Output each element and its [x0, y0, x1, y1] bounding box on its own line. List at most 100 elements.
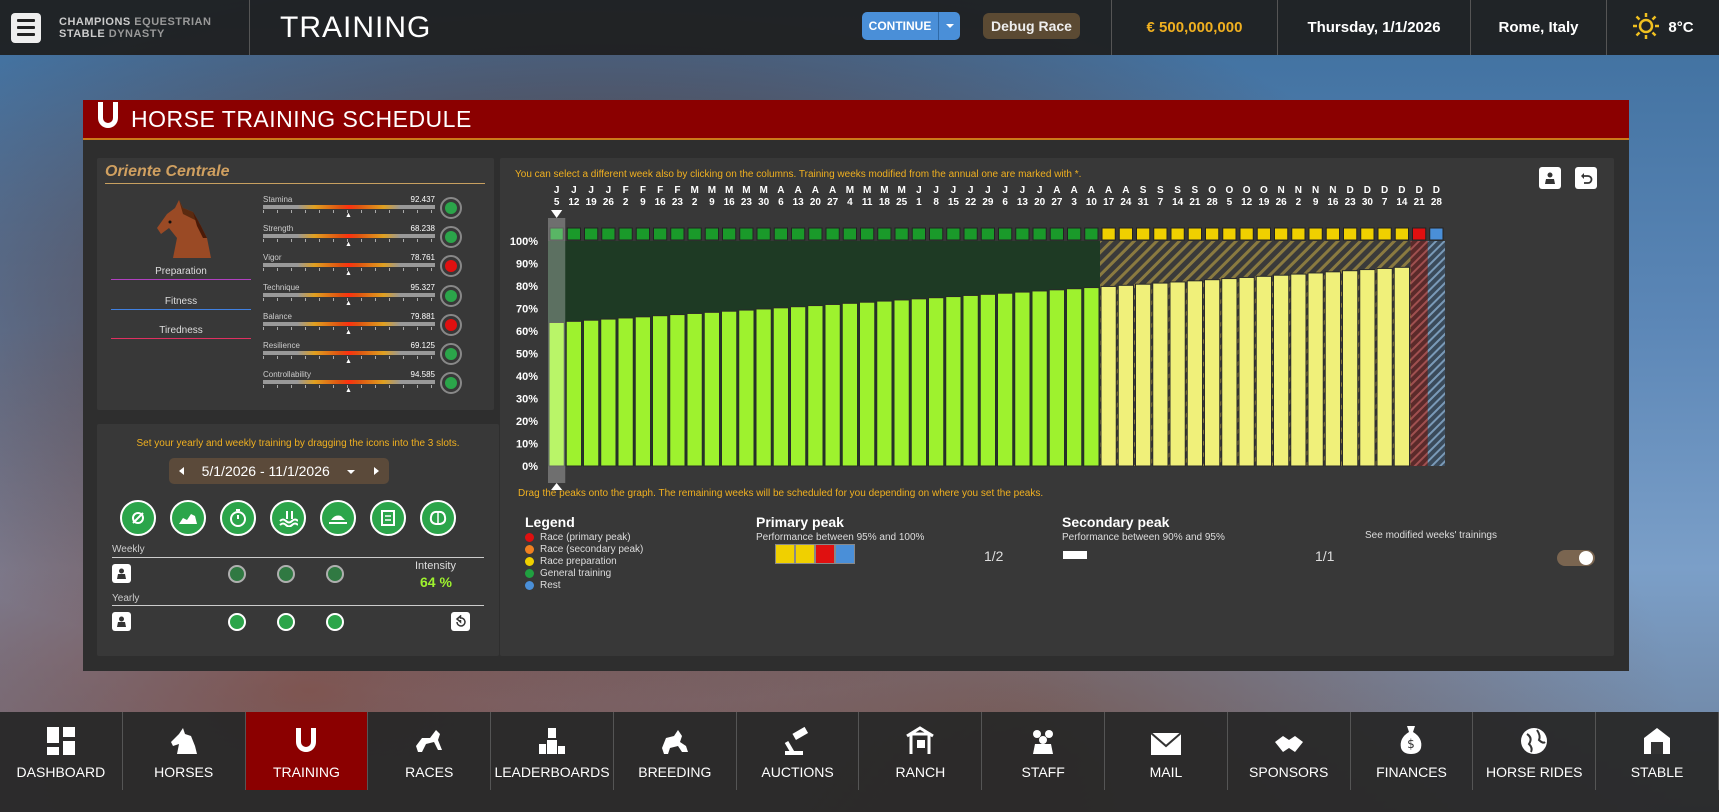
jump-training-icon[interactable]	[170, 500, 206, 536]
chevron-down-icon[interactable]	[346, 463, 356, 479]
week-type-cell	[1015, 227, 1030, 241]
primary-peak-draggable[interactable]	[775, 544, 855, 564]
trainer-icon[interactable]	[112, 564, 131, 583]
nav-label: MAIL	[1149, 764, 1183, 780]
nav-races[interactable]: RACES	[368, 712, 492, 790]
week-type-cell	[1343, 227, 1358, 241]
date-display: Thursday, 1/1/2026	[1277, 0, 1470, 55]
week-day-label: 23	[741, 197, 753, 208]
week-type-cell	[1291, 227, 1306, 241]
continue-label: CONTINUE	[868, 19, 932, 33]
yearly-label: Yearly	[112, 593, 140, 604]
week-bar	[807, 305, 824, 467]
yearly-slot-1[interactable]	[228, 613, 246, 631]
week-day-label: 19	[1258, 197, 1270, 208]
nav-horses[interactable]: HORSES	[123, 712, 246, 790]
training-schedule-panel: HORSE TRAINING SCHEDULE Oriente Centrale…	[83, 100, 1629, 671]
secondary-peak: Secondary peak Performance between 90% a…	[1062, 514, 1225, 543]
week-type-cell	[808, 227, 823, 241]
swimming-icon[interactable]	[270, 500, 306, 536]
week-type-cell	[1205, 227, 1220, 241]
y-tick-label: 60%	[516, 326, 538, 338]
lunge-training-icon[interactable]	[120, 500, 156, 536]
week-bar	[1290, 273, 1307, 467]
week-month-label: J	[571, 185, 577, 196]
treadmill-icon[interactable]	[320, 500, 356, 536]
week-day-label: 12	[568, 197, 580, 208]
week-type-cell	[877, 227, 892, 241]
week-month-label: S	[1157, 185, 1164, 196]
nav-mail[interactable]: MAIL	[1105, 712, 1228, 790]
trainer-icon[interactable]	[112, 612, 131, 631]
debug-race-button[interactable]: Debug Race	[983, 13, 1080, 39]
menu-button[interactable]	[11, 12, 41, 43]
week-bar	[945, 296, 962, 467]
stat-bar	[263, 205, 435, 209]
stat-status-indicator[interactable]	[440, 284, 462, 307]
week-day-label: 2	[692, 197, 698, 208]
reset-icon[interactable]	[451, 612, 470, 631]
week-day-label: 10	[1086, 197, 1098, 208]
money-bag-icon: $	[1397, 724, 1425, 759]
week-day-label: 6	[1002, 197, 1008, 208]
nav-staff[interactable]: STAFF	[982, 712, 1106, 790]
yearly-slot-2[interactable]	[277, 613, 295, 631]
next-week-icon[interactable]	[373, 463, 381, 479]
continue-button[interactable]: CONTINUE	[862, 12, 960, 40]
week-day-label: 9	[1313, 197, 1319, 208]
week-bar	[859, 301, 876, 467]
stat-status-indicator[interactable]	[440, 313, 462, 336]
training-chart[interactable]: 100%90%80%70%60%50%40%30%20%10%0%J5J12J1…	[500, 183, 1614, 493]
nav-sponsors[interactable]: SPONSORS	[1228, 712, 1351, 790]
week-month-label: M	[880, 185, 888, 196]
week-type-cell	[929, 227, 944, 241]
weekly-slot-1[interactable]	[228, 565, 246, 583]
mail-icon	[1150, 732, 1182, 759]
week-bar	[790, 306, 807, 467]
week-selector[interactable]: 5/1/2026 - 11/1/2026	[169, 458, 389, 484]
stat-status-indicator[interactable]	[440, 255, 462, 278]
stat-status-indicator[interactable]	[440, 226, 462, 249]
notebook-icon[interactable]	[370, 500, 406, 536]
nav-stable[interactable]: STABLE	[1596, 712, 1719, 790]
horse-info-box: Oriente Centrale Preparation Fitness Tir…	[97, 158, 494, 410]
yearly-slot-3[interactable]	[326, 613, 344, 631]
weekly-slot-2[interactable]	[277, 565, 295, 583]
week-day-label: 5	[554, 197, 560, 208]
modified-weeks-toggle[interactable]	[1557, 550, 1595, 566]
week-month-label: S	[1140, 185, 1147, 196]
weekly-slot-3[interactable]	[326, 565, 344, 583]
week-bar	[1238, 276, 1255, 467]
stopwatch-icon[interactable]	[220, 500, 256, 536]
week-day-label: 7	[1158, 197, 1164, 208]
week-type-cell	[1118, 227, 1133, 241]
stat-status-indicator[interactable]	[440, 197, 462, 219]
nav-ranch[interactable]: RANCH	[859, 712, 983, 790]
week-day-label: 27	[827, 197, 839, 208]
secondary-peak-draggable[interactable]	[1063, 551, 1087, 559]
chevron-down-icon[interactable]	[938, 12, 960, 40]
week-type-cell	[1136, 227, 1151, 241]
nav-label: HORSES	[154, 764, 214, 780]
week-month-label: N	[1329, 185, 1336, 196]
nav-horse-rides[interactable]: HORSE RIDES	[1473, 712, 1597, 790]
stat-status-indicator[interactable]	[440, 343, 462, 365]
week-month-label: A	[829, 185, 836, 196]
prev-week-icon[interactable]	[177, 463, 185, 479]
week-type-cell	[1084, 227, 1099, 241]
nav-finances[interactable]: $ FINANCES	[1351, 712, 1474, 790]
week-month-label: N	[1295, 185, 1302, 196]
nav-dashboard[interactable]: DASHBOARD	[0, 712, 123, 790]
nav-leaderboards[interactable]: LEADERBOARDS	[491, 712, 614, 790]
week-bar	[686, 312, 703, 467]
nav-training[interactable]: TRAINING	[245, 712, 369, 790]
nav-auctions[interactable]: AUCTIONS	[737, 712, 860, 790]
brain-icon[interactable]	[420, 500, 456, 536]
week-day-label: 4	[847, 197, 853, 208]
stat-status-indicator[interactable]	[440, 372, 462, 395]
intensity-value: 64 %	[420, 574, 452, 590]
primary-peak-bg	[1410, 241, 1428, 466]
stat-bar	[263, 234, 435, 239]
nav-breeding[interactable]: BREEDING	[614, 712, 737, 790]
nav-label: FINANCES	[1376, 764, 1447, 780]
